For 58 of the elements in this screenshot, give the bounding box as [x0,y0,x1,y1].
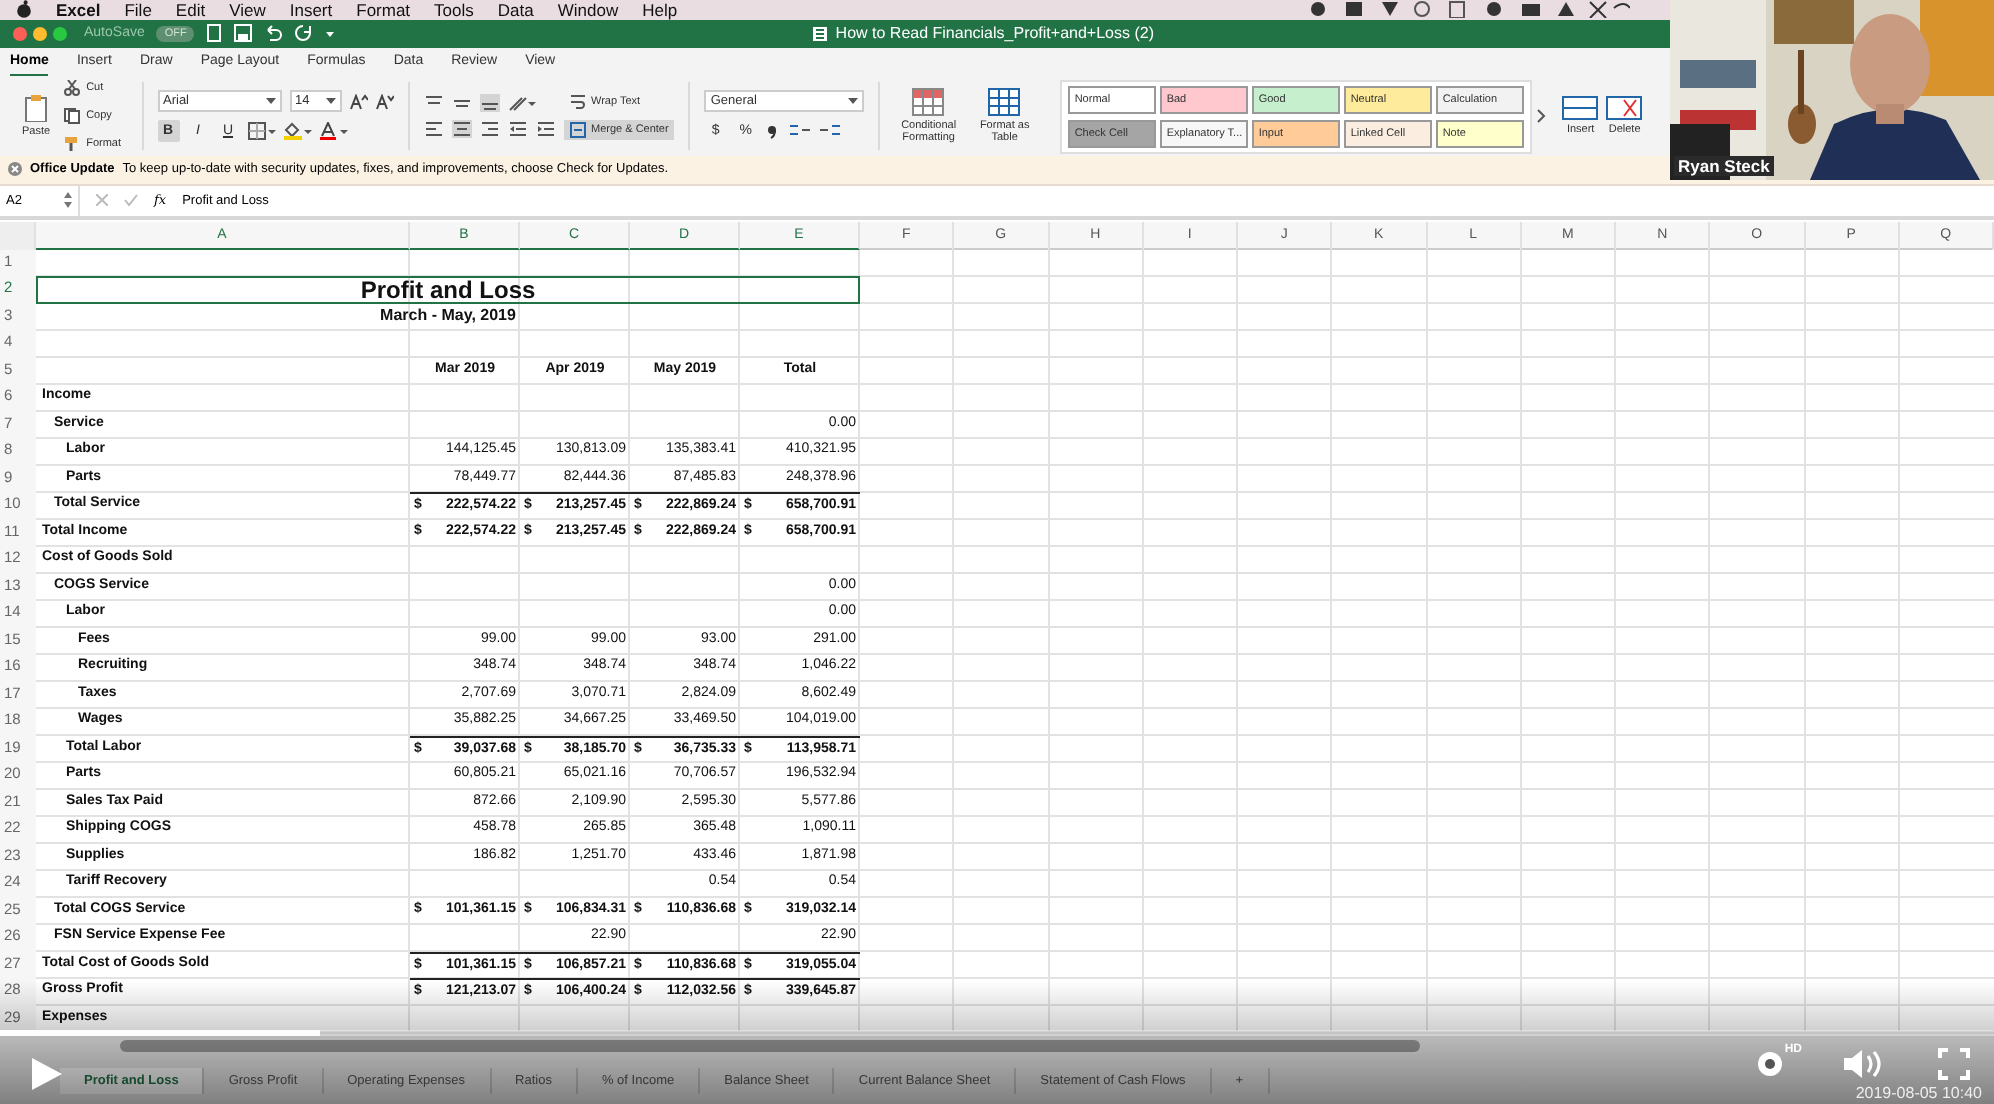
menu-item[interactable]: Edit [175,0,206,20]
font-color-icon[interactable] [319,122,347,141]
caption: Ryan Steck [1674,156,1774,176]
timestamp: 2019-08-05 10:40 [1855,1084,1982,1102]
menu-item[interactable]: Excel [56,0,101,20]
redo-icon[interactable] [294,24,313,43]
decrease-indent-icon[interactable] [507,120,527,139]
scrollbar-thumb-icon[interactable] [120,1039,1420,1051]
save-icon[interactable] [234,24,253,43]
report-title: Profit and Loss [36,276,860,303]
more-styles-icon[interactable] [1532,108,1549,125]
document-icon[interactable] [206,24,223,43]
orientation-icon[interactable] [507,94,535,113]
table-style-icon [988,87,1021,116]
caret-icon [265,97,275,106]
fullscreen-icon[interactable] [1938,1048,1970,1080]
paintbrush-icon [64,136,81,153]
align-right-icon[interactable] [479,120,499,139]
undo-icon[interactable] [264,24,283,43]
increase-decimal-icon[interactable] [788,122,811,141]
decrease-decimal-icon[interactable] [818,122,841,141]
insert-cells-icon [1562,95,1599,120]
close-icon[interactable] [8,162,22,177]
conditional-format-icon [912,87,945,116]
align-center-icon[interactable] [451,120,471,139]
grow-font-icon[interactable] [349,93,367,110]
menu-item[interactable]: View [229,0,266,20]
menu-item[interactable]: Tools [434,0,474,20]
volume-icon[interactable] [1842,1048,1882,1080]
align-left-icon[interactable] [423,120,443,139]
play-icon[interactable] [28,1056,64,1092]
merge-icon [569,122,585,139]
workbook-icon [811,25,828,42]
menu-item[interactable]: Insert [289,0,333,20]
scissors-icon [64,80,81,97]
increase-indent-icon[interactable] [535,120,555,139]
caret-icon [325,97,335,106]
stepper-icon [64,192,72,208]
borders-icon[interactable] [247,122,275,141]
menu-item[interactable]: Window [557,0,619,20]
report-period: March - May, 2019 [378,303,518,328]
menu-item[interactable]: File [124,0,152,20]
menu-item[interactable]: Format [356,0,411,20]
align-middle-icon[interactable] [451,94,471,113]
comma-style-icon[interactable] [764,122,781,141]
wrap-icon [569,94,585,111]
caret-icon [848,97,859,106]
menu-item[interactable]: Help [642,0,678,20]
clipboard-icon [22,93,51,122]
apple-icon[interactable] [16,0,32,19]
copy-icon [64,108,81,125]
shrink-font-icon[interactable] [375,93,393,110]
settings-icon[interactable] [1754,1048,1786,1080]
delete-cells-icon [1606,95,1643,120]
window-title: How to Read Financials_Profit+and+Loss (2) [835,24,1154,43]
align-bottom-icon[interactable] [479,94,499,113]
fill-color-icon[interactable] [283,122,311,141]
menu-item[interactable]: Data [497,0,534,20]
